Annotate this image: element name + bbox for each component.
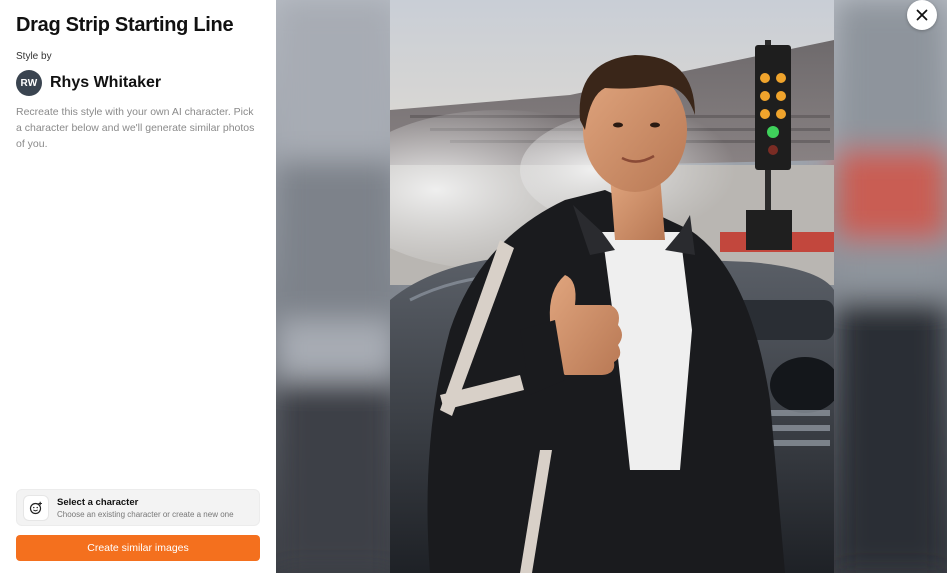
style-preview-image [390, 0, 834, 573]
style-description: Recreate this style with your own AI cha… [16, 106, 255, 150]
select-character-subtitle: Choose an existing character or create a… [57, 509, 234, 519]
close-button[interactable] [907, 0, 937, 30]
image-viewer [276, 0, 947, 573]
style-title: Drag Strip Starting Line [16, 14, 234, 36]
avatar: RW [16, 70, 42, 96]
close-icon [916, 9, 928, 21]
author-name: Rhys Whitaker [50, 74, 162, 91]
style-by-label: Style by [16, 51, 52, 62]
select-character-title: Select a character [57, 496, 139, 508]
author[interactable]: RW Rhys Whitaker [16, 70, 161, 96]
face-add-icon [24, 495, 48, 520]
style-info-panel: Drag Strip Starting Line Style by RW Rhy… [0, 0, 276, 573]
create-similar-images-button[interactable]: Create similar images [16, 535, 260, 561]
select-character-button[interactable]: Select a character Choose an existing ch… [16, 489, 260, 526]
